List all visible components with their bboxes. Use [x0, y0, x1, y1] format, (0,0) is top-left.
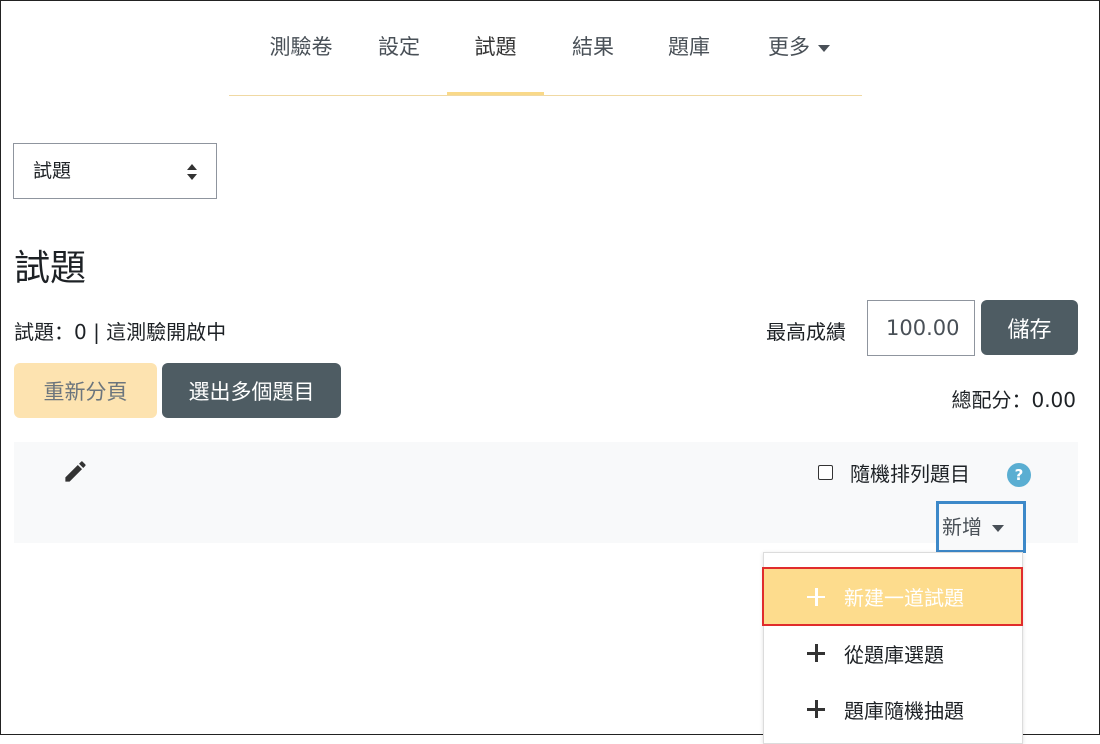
caret-down-icon — [992, 525, 1004, 532]
caret-down-icon — [818, 44, 830, 52]
tab-label: 設定 — [378, 35, 420, 59]
page-title: 試題 — [14, 248, 87, 289]
tab-label: 題庫 — [668, 35, 710, 59]
shuffle-checkbox[interactable] — [818, 465, 833, 480]
tab-quiz[interactable]: 測驗卷 — [251, 31, 351, 95]
questions-status-text: 試題：0 | 這測驗開啟中 — [14, 320, 227, 344]
tab-question-bank[interactable]: 題庫 — [659, 31, 719, 95]
secondary-navigation: 測驗卷 設定 試題 結果 題庫 更多 — [229, 1, 862, 96]
menu-item-label: 從題庫選題 — [844, 642, 944, 667]
shuffle-label: 隨機排列題目 — [850, 462, 970, 486]
sort-arrows-icon — [187, 164, 197, 180]
add-label: 新增 — [942, 515, 982, 539]
tab-more[interactable]: 更多 — [759, 31, 839, 95]
tab-label: 測驗卷 — [269, 35, 333, 59]
plus-icon — [806, 587, 826, 607]
plus-icon — [806, 699, 826, 719]
add-menu: 新建一道試題 從題庫選題 題庫隨機抽題 — [762, 552, 1023, 744]
total-marks: 總配分：0.00 — [951, 388, 1076, 412]
tab-label: 更多 — [768, 35, 810, 59]
menu-item-label: 新建一道試題 — [844, 586, 964, 610]
page-select[interactable]: 試題 — [13, 143, 217, 199]
repaginate-button[interactable]: 重新分頁 — [14, 363, 157, 418]
page-select-value: 試題 — [33, 160, 72, 182]
plus-icon — [806, 643, 826, 663]
tab-questions[interactable]: 試題 — [447, 31, 544, 95]
tab-results[interactable]: 結果 — [563, 31, 623, 95]
menu-item-random-question[interactable]: 題庫隨機抽題 — [764, 681, 1022, 737]
menu-item-from-bank[interactable]: 從題庫選題 — [764, 625, 1022, 681]
help-icon[interactable]: ? — [1007, 463, 1031, 487]
add-dropdown-button[interactable]: 新增 — [936, 501, 1026, 553]
tab-label: 試題 — [474, 35, 517, 59]
save-button[interactable]: 儲存 — [981, 300, 1078, 355]
menu-item-label: 題庫隨機抽題 — [844, 698, 964, 723]
max-grade-input[interactable] — [867, 300, 975, 356]
select-multiple-button[interactable]: 選出多個題目 — [162, 363, 341, 418]
tab-settings[interactable]: 設定 — [369, 31, 429, 95]
tab-label: 結果 — [572, 35, 614, 59]
menu-item-new-question[interactable]: 新建一道試題 — [762, 567, 1023, 626]
max-grade-label: 最高成績 — [766, 320, 846, 344]
pencil-icon[interactable] — [62, 458, 89, 485]
